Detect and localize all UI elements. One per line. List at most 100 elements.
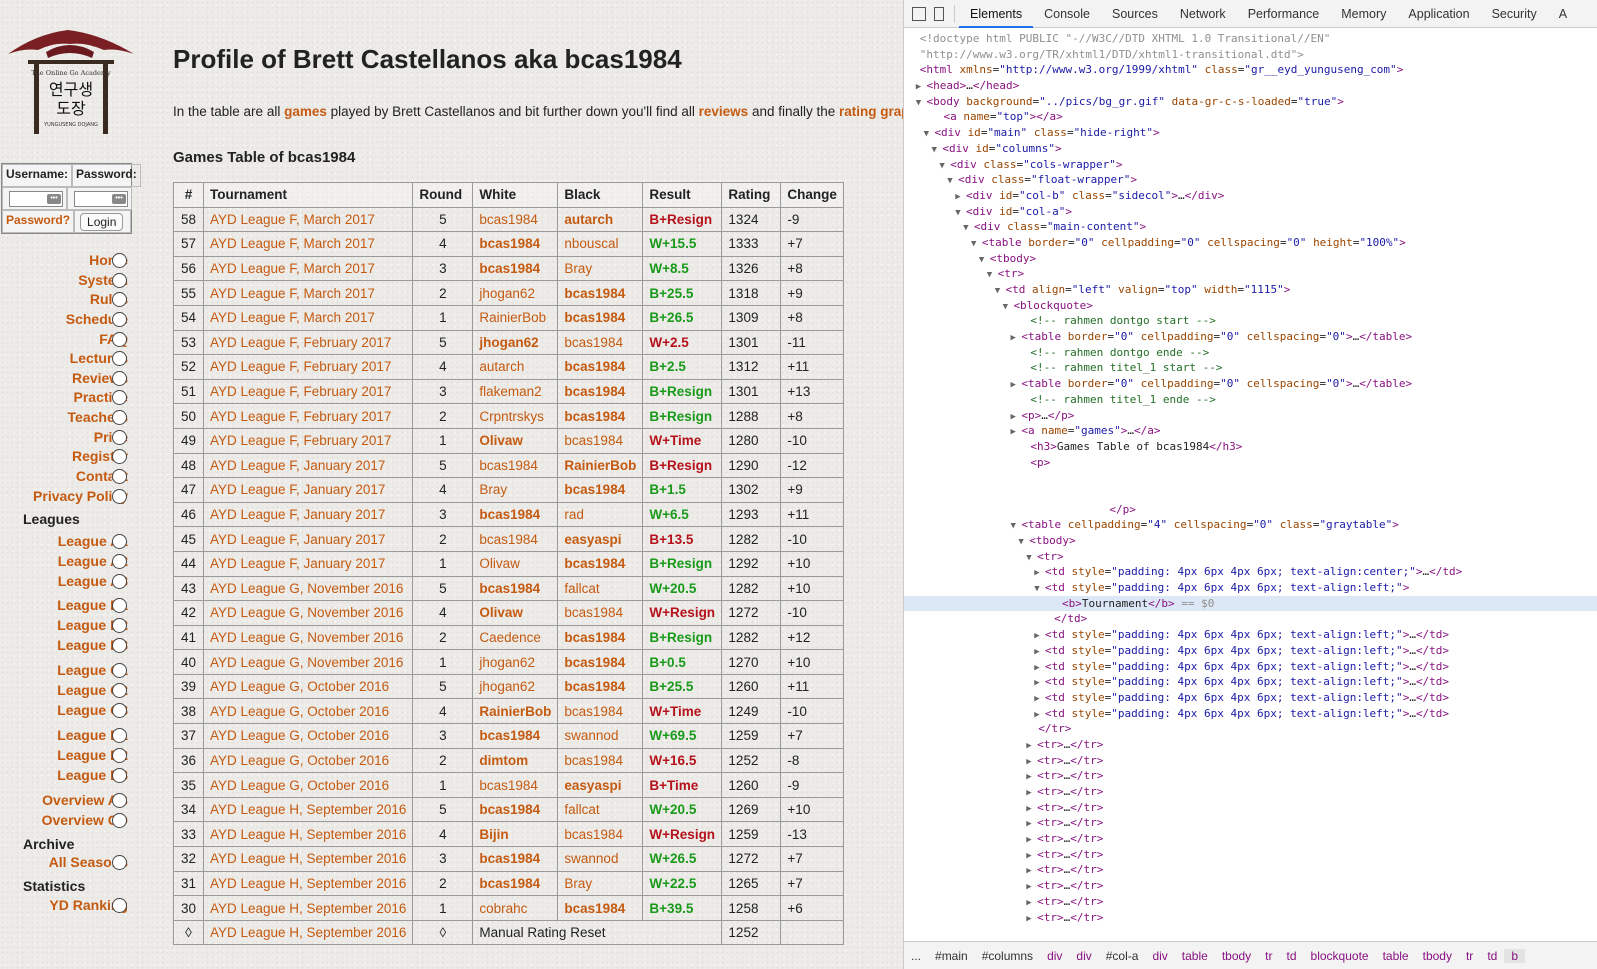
password-input[interactable]: ••• [74, 191, 128, 207]
dom-tree-line[interactable]: <!doctype html PUBLIC "-//W3C//DTD XHTML… [904, 31, 1597, 47]
result-link[interactable]: W+15.5 [642, 231, 723, 257]
white-player-link[interactable]: Olivaw [472, 600, 559, 626]
tournament-link[interactable]: AYD League G, October 2016 [202, 723, 414, 749]
result-link[interactable]: W+16.5 [642, 747, 723, 774]
tournament-link[interactable]: AYD League H, September 2016 [202, 796, 414, 823]
dom-tree-line[interactable]: ▶ <tr>…</tr> [904, 831, 1597, 847]
dom-tree-line[interactable]: ▶ <tr>…</tr> [904, 862, 1597, 878]
tournament-link[interactable]: AYD League G, November 2016 [202, 624, 414, 651]
black-player-link[interactable]: autarch [557, 206, 644, 233]
yunguseng-dojang-logo[interactable]: The Online Go Academy 연구생 도장 YUNGUSENG D… [6, 26, 136, 140]
column-header-tournament[interactable]: Tournament [202, 182, 414, 208]
expand-triangle-icon[interactable]: ▼ [932, 145, 943, 155]
tournament-link[interactable]: AYD League F, January 2017 [202, 550, 414, 577]
expand-triangle-icon[interactable]: ▶ [1026, 914, 1037, 924]
white-player-link[interactable]: jhogan62 [472, 329, 559, 356]
white-player-link[interactable]: Bijin [472, 821, 559, 848]
expand-triangle-icon[interactable]: ▶ [1026, 882, 1037, 892]
dom-tree-line[interactable]: <h3>Games Table of bcas1984</h3> [904, 439, 1597, 455]
white-player-link[interactable]: dimtom [472, 747, 559, 774]
white-player-link[interactable]: jhogan62 [472, 280, 559, 306]
black-player-link[interactable]: Bray [557, 870, 644, 897]
result-link[interactable]: B+1.5 [642, 477, 723, 503]
devtools-tab-security[interactable]: Security [1481, 0, 1548, 28]
tournament-link[interactable]: AYD League F, March 2017 [202, 231, 414, 257]
devtools-tab-a[interactable]: A [1548, 0, 1578, 28]
white-player-link[interactable]: bcas1984 [472, 206, 559, 233]
devtools-tab-console[interactable]: Console [1033, 0, 1101, 28]
tournament-link[interactable]: AYD League F, January 2017 [202, 477, 414, 503]
dom-tree-line[interactable]: "http://www.w3.org/TR/xhtml1/DTD/xhtml1-… [904, 47, 1597, 63]
tournament-link[interactable]: AYD League F, March 2017 [202, 280, 414, 306]
dom-tree-line[interactable]: ▶ <p>…</p> [904, 408, 1597, 424]
black-player-link[interactable]: bcas1984 [557, 747, 644, 774]
tournament-link[interactable]: AYD League G, October 2016 [202, 772, 414, 798]
expand-triangle-icon[interactable]: ▼ [955, 208, 966, 218]
dom-tree-line[interactable]: ▼ <td style="padding: 4px 6px 4px 6px; t… [904, 580, 1597, 596]
devtools-tab-sources[interactable]: Sources [1101, 0, 1169, 28]
dom-tree-line[interactable]: <!-- rahmen dontgo ende --> [904, 345, 1597, 361]
devtools-tab-performance[interactable]: Performance [1237, 0, 1331, 28]
black-player-link[interactable]: bcas1984 [557, 354, 644, 380]
expand-triangle-icon[interactable]: ▶ [1026, 804, 1037, 814]
black-player-link[interactable]: bcas1984 [557, 304, 644, 331]
dom-tree-line[interactable]: ▶ <tr>…</tr> [904, 800, 1597, 816]
dom-tree-line[interactable]: ▶ <div id="col-b" class="sidecol">…</div… [904, 188, 1597, 204]
column-header-change[interactable]: Change [780, 182, 844, 208]
result-link[interactable]: B+25.5 [642, 673, 723, 700]
expand-triangle-icon[interactable]: ▶ [1026, 788, 1037, 798]
result-link[interactable]: B+Resign [642, 206, 723, 233]
dom-tree-line[interactable]: ▼ <tr> [904, 266, 1597, 282]
white-player-link[interactable]: bcas1984 [472, 452, 559, 479]
result-link[interactable]: B+2.5 [642, 354, 723, 380]
result-link[interactable]: B+39.5 [642, 895, 723, 921]
white-player-link[interactable]: Olivaw [472, 427, 559, 454]
tournament-link[interactable]: AYD League F, January 2017 [202, 501, 414, 528]
dom-tree-line[interactable]: ▶ <table border="0" cellpadding="0" cell… [904, 329, 1597, 345]
dom-tree-line[interactable]: ▶ <tr>…</tr> [904, 894, 1597, 910]
black-player-link[interactable]: Bray [557, 255, 644, 282]
dom-tree-line[interactable]: ▼ <tbody> [904, 251, 1597, 267]
dom-tree-line[interactable]: ▶ <td style="padding: 4px 6px 4px 6px; t… [904, 564, 1597, 580]
expand-triangle-icon[interactable]: ▼ [979, 255, 990, 265]
result-link[interactable]: W+69.5 [642, 723, 723, 749]
black-player-link[interactable]: RainierBob [557, 452, 644, 479]
dom-tree-line[interactable]: ▶ <td style="padding: 4px 6px 4px 6px; t… [904, 643, 1597, 659]
elements-dom-tree[interactable]: <!doctype html PUBLIC "-//W3C//DTD XHTML… [904, 31, 1597, 929]
dom-tree-line[interactable]: ▶ <tr>…</tr> [904, 737, 1597, 753]
dom-tree-line[interactable]: ▼ <tr> [904, 549, 1597, 565]
result-link[interactable]: B+26.5 [642, 304, 723, 331]
white-player-link[interactable]: bcas1984 [472, 575, 559, 602]
expand-triangle-icon[interactable]: ▼ [971, 239, 982, 249]
result-link[interactable]: B+0.5 [642, 649, 723, 675]
tournament-link[interactable]: AYD League F, January 2017 [202, 526, 414, 552]
black-player-link[interactable]: swannod [557, 723, 644, 749]
result-link[interactable]: B+Resign [642, 624, 723, 651]
result-link[interactable]: W+2.5 [642, 329, 723, 356]
expand-triangle-icon[interactable]: ▶ [1034, 710, 1045, 720]
dom-tree-line[interactable]: <!-- rahmen titel_1 ende --> [904, 392, 1597, 408]
white-player-link[interactable]: flakeman2 [472, 378, 559, 405]
breadcrumb-item[interactable]: div [1040, 949, 1069, 963]
dom-tree-line[interactable]: ▶ <tr>…</tr> [904, 815, 1597, 831]
black-player-link[interactable]: bcas1984 [557, 821, 644, 848]
white-player-link[interactable]: cobrahc [472, 895, 559, 921]
breadcrumb-item[interactable]: table [1175, 949, 1215, 963]
games-link[interactable]: games [284, 104, 327, 119]
result-link[interactable]: W+22.5 [642, 870, 723, 897]
breadcrumb-item[interactable]: td [1280, 949, 1304, 963]
expand-triangle-icon[interactable]: ▶ [1026, 819, 1037, 829]
tournament-link[interactable]: AYD League G, October 2016 [202, 673, 414, 700]
tournament-link[interactable]: AYD League F, January 2017 [202, 452, 414, 479]
black-player-link[interactable]: nbouscal [557, 231, 644, 257]
expand-triangle-icon[interactable]: ▼ [1026, 553, 1037, 563]
expand-triangle-icon[interactable]: ▶ [1026, 866, 1037, 876]
expand-triangle-icon[interactable]: ▶ [1026, 898, 1037, 908]
expand-triangle-icon[interactable]: ▶ [1034, 694, 1045, 704]
breadcrumb-item[interactable]: blockquote [1304, 949, 1376, 963]
expand-triangle-icon[interactable]: ▶ [955, 192, 966, 202]
column-header-rating[interactable]: Rating [721, 182, 782, 208]
breadcrumb-item[interactable]: #col-a [1099, 949, 1146, 963]
result-link[interactable]: W+Time [642, 698, 723, 725]
dom-tree-line[interactable]: ▼ <td align="left" valign="top" width="1… [904, 282, 1597, 298]
